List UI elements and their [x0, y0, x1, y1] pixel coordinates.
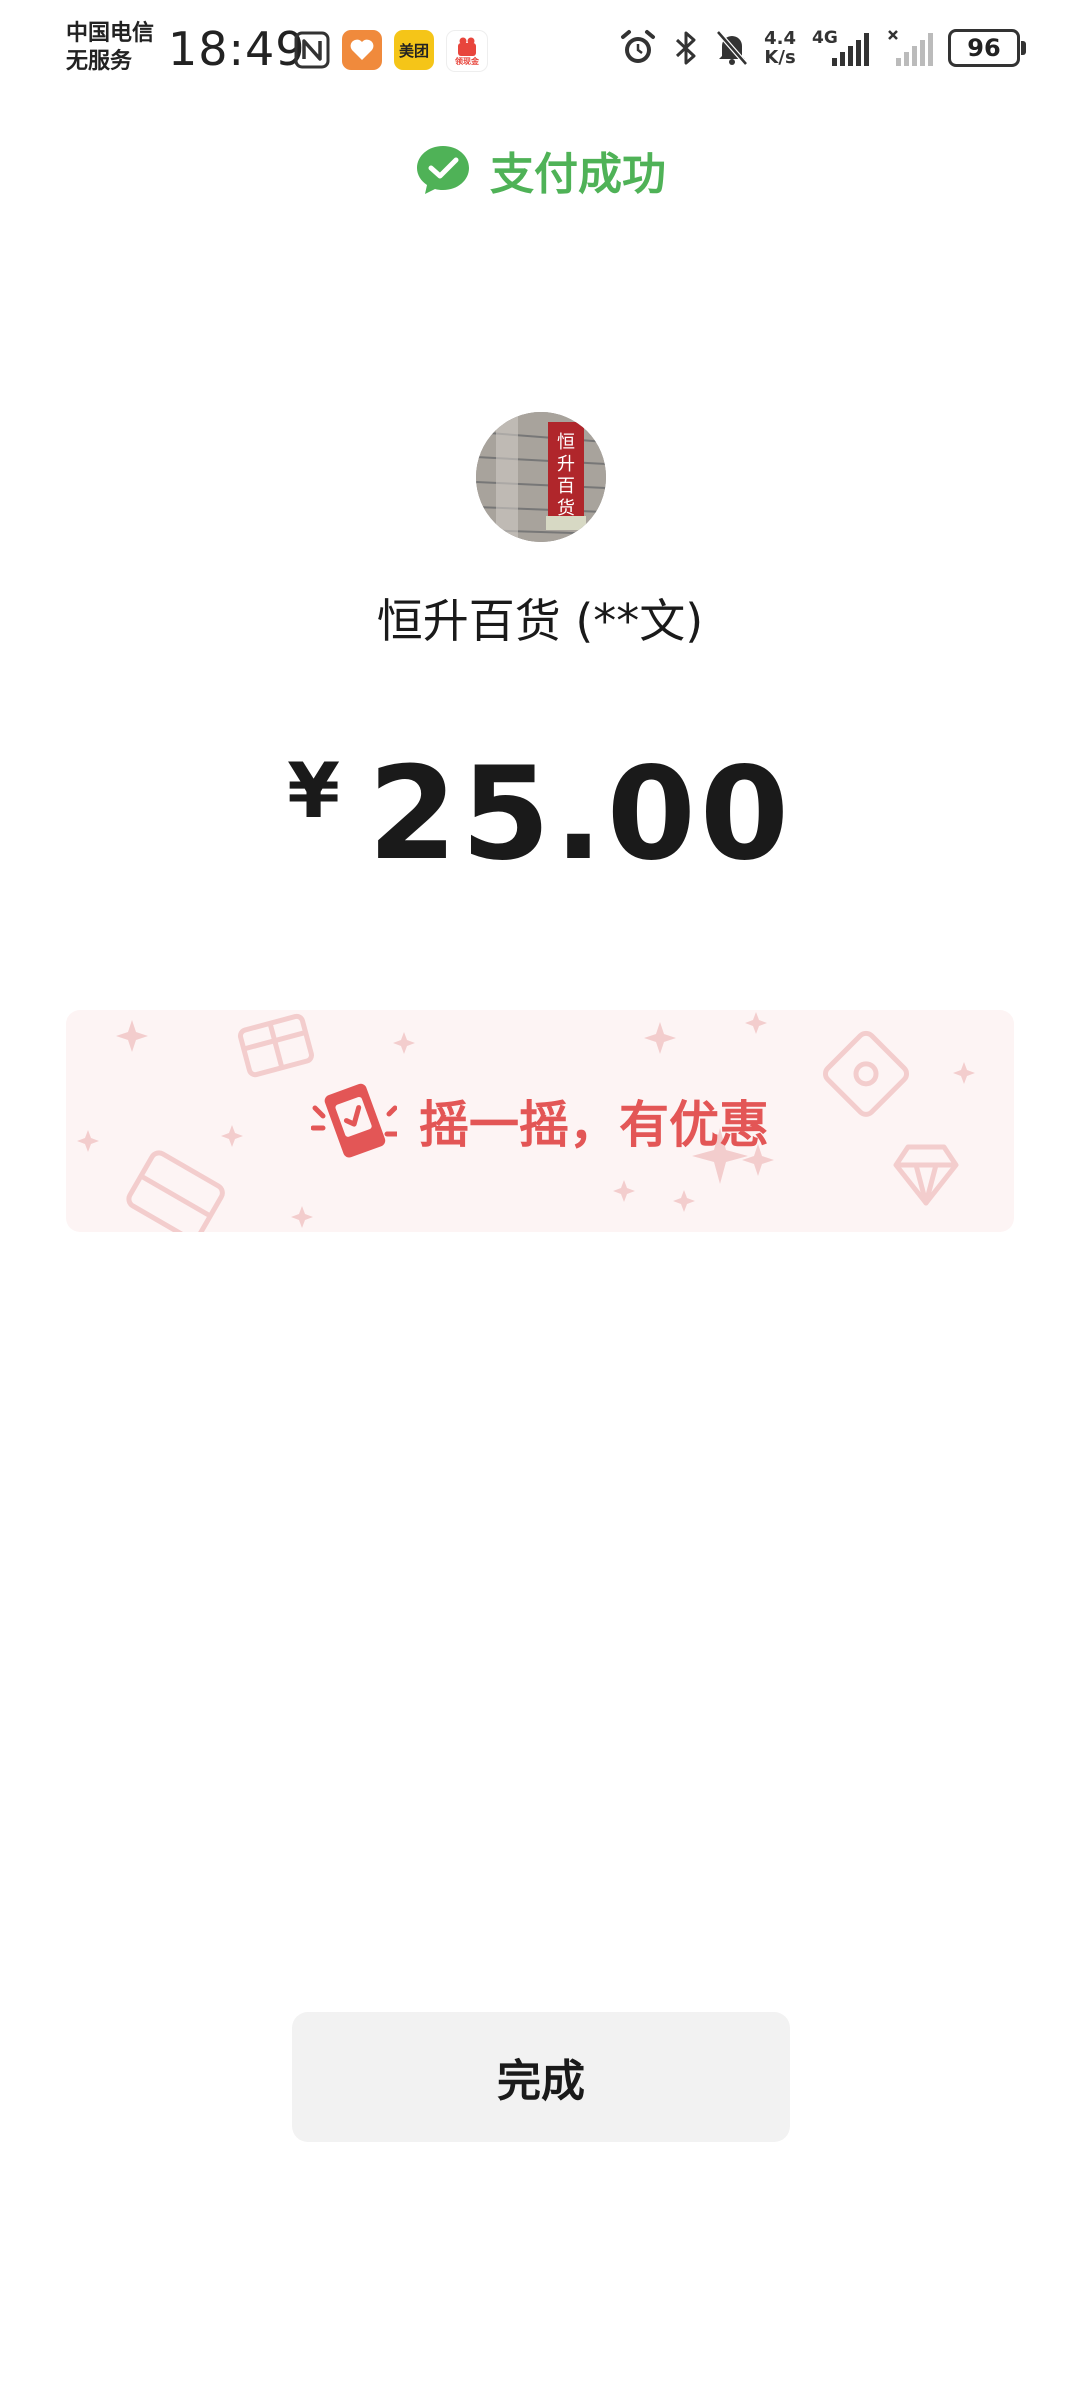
sign-char-1: 恒: [557, 432, 575, 453]
nfc-icon: [294, 31, 330, 69]
wechat-pay-check-icon: [417, 146, 469, 194]
shake-phone-icon: [311, 1083, 397, 1158]
currency-symbol: ¥: [287, 746, 340, 835]
merchant-avatar: 恒 升 百 货: [476, 412, 606, 542]
done-button[interactable]: 完成: [292, 2012, 790, 2142]
merchant-name: 恒升百货 (**文): [376, 594, 704, 648]
bluetooth-icon: [676, 31, 696, 65]
sign-char-2: 升: [557, 454, 575, 475]
promo-text: 摇一摇，有优惠: [419, 1096, 769, 1154]
clock: 18:49: [168, 22, 306, 76]
sign-char-3: 百: [557, 476, 575, 497]
service-status: 无服务: [66, 49, 133, 74]
payment-success-header: 支付成功: [0, 138, 1080, 202]
kuaishou-app-icon: 领现金: [446, 30, 488, 72]
status-bar: 中国电信 无服务 18:49 美团 领现金 4.4 K/s 4G 96: [0, 0, 1080, 100]
carrier-info: 中国电信 无服务: [66, 20, 154, 76]
alarm-icon: [621, 30, 656, 63]
sign-char-4: 货: [557, 498, 575, 519]
shake-promo-banner[interactable]: 摇一摇，有优惠: [66, 1010, 1014, 1232]
payment-status: 支付成功: [490, 149, 666, 200]
signal-strength-icon: 4G: [810, 28, 872, 68]
amount-value: 25.00: [368, 740, 793, 889]
bell-muted-icon: [716, 30, 748, 66]
battery-indicator: 96: [948, 29, 1026, 67]
carrier-name: 中国电信: [66, 21, 155, 46]
network-speed: 4.4 K/s: [764, 28, 796, 68]
system-icons: 4.4 K/s 4G 96: [618, 28, 1026, 68]
meituan-app-icon: 美团: [394, 30, 434, 70]
payment-amount: ¥ 25.00: [0, 740, 1080, 889]
health-app-icon: [342, 30, 382, 70]
signal-no-service-icon: [888, 30, 933, 66]
